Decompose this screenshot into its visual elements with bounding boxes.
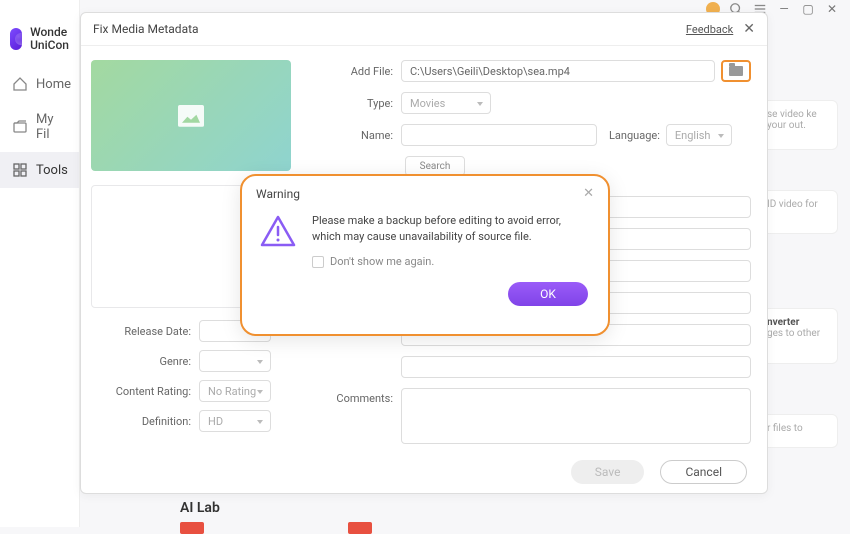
maximize-icon[interactable]: ▢ bbox=[800, 1, 816, 17]
bg-card: se video ke your out. bbox=[758, 100, 838, 150]
app-name-l2: UniCon bbox=[30, 38, 69, 52]
dialog-title: Fix Media Metadata bbox=[93, 22, 199, 36]
dont-show-label: Don't show me again. bbox=[330, 255, 434, 268]
language-select[interactable]: English bbox=[666, 124, 732, 146]
cancel-button[interactable]: Cancel bbox=[660, 460, 747, 484]
ok-button[interactable]: OK bbox=[508, 282, 588, 306]
content-rating-select[interactable]: No Rating bbox=[199, 380, 271, 402]
warning-message: Please make a backup before editing to a… bbox=[312, 213, 590, 245]
label-release-date: Release Date: bbox=[101, 325, 191, 338]
browse-button[interactable] bbox=[721, 60, 751, 82]
bg-card: r files to bbox=[758, 414, 838, 448]
definition-select[interactable]: HD bbox=[199, 410, 271, 432]
label-genre: Genre: bbox=[101, 355, 191, 368]
app-logo: Wonde UniCon bbox=[0, 20, 79, 66]
feedback-link[interactable]: Feedback bbox=[686, 23, 733, 36]
sidebar-item-tools[interactable]: Tools bbox=[0, 152, 79, 188]
type-select[interactable]: Movies bbox=[401, 92, 491, 114]
tools-icon bbox=[12, 162, 28, 178]
sidebar-item-files[interactable]: My Fil bbox=[0, 102, 79, 152]
label-comments: Comments: bbox=[321, 392, 393, 405]
new-tag bbox=[180, 522, 204, 534]
folder-icon bbox=[729, 66, 743, 76]
genre-select[interactable] bbox=[199, 350, 271, 372]
bg-card: nverterges to other bbox=[758, 308, 838, 364]
comments-textarea[interactable] bbox=[401, 388, 751, 444]
files-icon bbox=[12, 119, 28, 135]
close-icon[interactable]: ✕ bbox=[743, 21, 755, 37]
minimize-icon[interactable]: — bbox=[776, 1, 792, 17]
warning-title: Warning bbox=[256, 187, 300, 201]
label-language: Language: bbox=[609, 129, 660, 142]
sidebar-item-home[interactable]: Home bbox=[0, 66, 79, 102]
label-name: Name: bbox=[321, 129, 393, 142]
app-name-l1: Wonde bbox=[30, 25, 67, 39]
label-content-rating: Content Rating: bbox=[101, 385, 191, 398]
warning-close-icon[interactable]: ✕ bbox=[583, 186, 594, 201]
bg-card: ID video for bbox=[758, 190, 838, 234]
app-logo-icon bbox=[10, 28, 22, 50]
sidebar-label: My Fil bbox=[36, 112, 67, 142]
label-add-file: Add File: bbox=[321, 65, 393, 78]
name-input[interactable] bbox=[401, 124, 597, 146]
label-type: Type: bbox=[321, 97, 393, 110]
app-close-icon[interactable]: ✕ bbox=[824, 1, 840, 17]
new-tag bbox=[348, 522, 372, 534]
sidebar-label: Home bbox=[36, 77, 71, 92]
file-path-input[interactable]: C:\Users\Geili\Desktop\sea.mp4 bbox=[401, 60, 715, 82]
label-definition: Definition: bbox=[101, 415, 191, 428]
save-button: Save bbox=[571, 460, 645, 484]
dont-show-checkbox[interactable] bbox=[312, 256, 324, 268]
warning-dialog: Warning ✕ Please make a backup before ed… bbox=[240, 174, 610, 336]
meta-input-6[interactable] bbox=[401, 356, 751, 378]
section-title: AI Lab bbox=[180, 500, 220, 516]
video-thumbnail bbox=[91, 60, 291, 171]
sidebar-label: Tools bbox=[36, 163, 68, 178]
search-button[interactable]: Search bbox=[405, 156, 465, 176]
thumbnail-placeholder-icon bbox=[178, 105, 204, 127]
warning-triangle-icon bbox=[260, 215, 296, 247]
home-icon bbox=[12, 76, 28, 92]
